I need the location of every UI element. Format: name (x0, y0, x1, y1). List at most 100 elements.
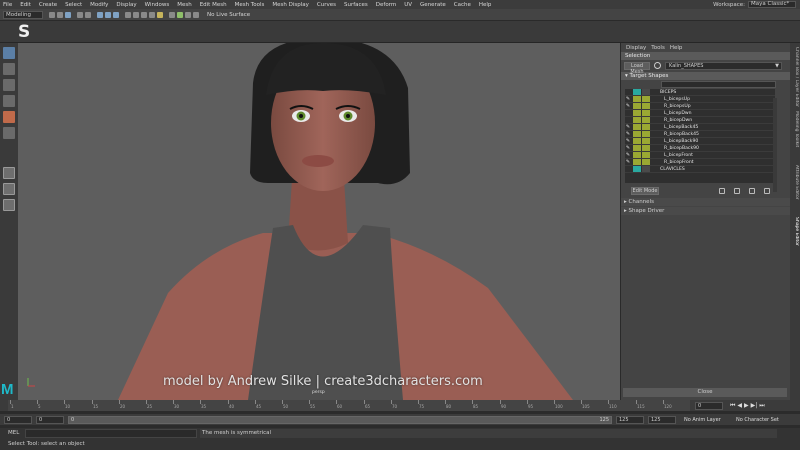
key-swatch[interactable] (642, 138, 650, 144)
select-object-icon[interactable] (105, 11, 111, 18)
time-slider[interactable]: 1 5 10 15 20 25 30 35 40 45 50 55 60 65 70 75 80 85 90 95 10… (0, 400, 800, 411)
workspace-selector[interactable]: Workspace: Maya Classic* (713, 1, 796, 8)
single-pane-layout-icon[interactable] (3, 167, 15, 179)
menu-cache[interactable]: Cache (454, 2, 471, 8)
visibility-swatch[interactable] (633, 124, 641, 130)
menu-create[interactable]: Create (39, 2, 57, 8)
key-swatch[interactable] (642, 117, 650, 123)
delete-icon[interactable] (764, 188, 770, 194)
start-time-field[interactable]: 0 (4, 416, 32, 424)
menu-display[interactable]: Display (116, 2, 136, 8)
channels-section[interactable]: ▸ Channels (621, 198, 790, 206)
step-forward-icon[interactable]: ▶| (751, 402, 758, 410)
end-time-field[interactable]: 125 (648, 416, 676, 424)
range-bar[interactable]: 0 125 (68, 416, 612, 424)
snap-surface-icon[interactable] (149, 11, 155, 18)
select-hierarchy-icon[interactable] (97, 11, 103, 18)
visibility-swatch[interactable] (633, 131, 641, 137)
visibility-swatch[interactable] (633, 96, 641, 102)
select-tool-icon[interactable] (3, 47, 15, 59)
menu-mesh-tools[interactable]: Mesh Tools (235, 2, 265, 8)
open-scene-icon[interactable] (57, 11, 63, 18)
visibility-swatch[interactable] (633, 110, 641, 116)
close-button[interactable]: Close (623, 388, 787, 397)
time-ticks[interactable]: 1 5 10 15 20 25 30 35 40 45 50 55 60 65 70 75 80 85 90 95 10… (8, 400, 690, 411)
visibility-swatch[interactable] (633, 117, 641, 123)
edit-pen-icon[interactable]: ✎ (625, 159, 631, 165)
lasso-tool-icon[interactable] (3, 63, 15, 75)
key-swatch[interactable] (642, 103, 650, 109)
shape-row[interactable]: R_bicepDwn (625, 117, 775, 124)
visibility-swatch[interactable] (633, 89, 641, 95)
target-shapes-header[interactable]: ▾ Target Shapes (621, 72, 790, 80)
key-swatch[interactable] (642, 166, 650, 172)
menu-mesh-display[interactable]: Mesh Display (272, 2, 309, 8)
command-input[interactable] (25, 429, 197, 438)
select-component-icon[interactable] (113, 11, 119, 18)
new-scene-icon[interactable] (49, 11, 55, 18)
playback-end-field[interactable]: 125 (616, 416, 644, 424)
shape-list-scrollbar[interactable] (773, 98, 777, 192)
menuset-dropdown[interactable]: Modeling (3, 10, 43, 19)
menu-generate[interactable]: Generate (420, 2, 446, 8)
mel-toggle[interactable]: MEL (8, 430, 19, 436)
shape-row[interactable]: BICEPS (625, 89, 775, 96)
menu-modify[interactable]: Modify (90, 2, 108, 8)
snap-live-icon[interactable] (157, 11, 163, 18)
undo-icon[interactable] (77, 11, 83, 18)
add-group-icon[interactable] (749, 188, 755, 194)
tab-shape-editor[interactable]: Shape Editor (791, 217, 799, 257)
playback-start-field[interactable]: 0 (36, 416, 64, 424)
menu-help[interactable]: Help (479, 2, 492, 8)
go-to-start-icon[interactable]: ⏮ (730, 402, 735, 410)
key-swatch[interactable] (642, 159, 650, 165)
workspace-dropdown[interactable]: Maya Classic* (748, 1, 796, 8)
menu-file[interactable]: File (3, 2, 12, 8)
edit-pen-icon[interactable]: ✎ (625, 103, 631, 109)
snap-grid-icon[interactable] (125, 11, 131, 18)
visibility-swatch[interactable] (633, 159, 641, 165)
key-swatch[interactable] (642, 131, 650, 137)
step-back-icon[interactable]: ◀ (737, 402, 742, 410)
persp-viewport[interactable]: model by Andrew Silke | create3dcharacte… (18, 43, 620, 400)
edit-pen-icon[interactable]: ✎ (625, 131, 631, 137)
menu-uv[interactable]: UV (404, 2, 412, 8)
shape-row[interactable]: ✎ R_bicepFront (625, 159, 775, 166)
character-set-dropdown[interactable]: No Character Set (736, 416, 779, 424)
scale-tool-icon[interactable] (3, 127, 15, 139)
move-tool-icon[interactable] (3, 95, 15, 107)
render-settings-icon[interactable] (193, 11, 199, 18)
shape-row[interactable]: CLAVICLES (625, 166, 775, 173)
ipr-icon[interactable] (185, 11, 191, 18)
visibility-swatch[interactable] (633, 152, 641, 158)
menu-edit-mesh[interactable]: Edit Mesh (200, 2, 227, 8)
key-swatch[interactable] (642, 89, 650, 95)
shape-row[interactable]: ✎ L_bicepBack45 (625, 124, 775, 131)
key-swatch[interactable] (642, 96, 650, 102)
shape-row[interactable]: ✎ L_bicepBack90 (625, 138, 775, 145)
visibility-swatch[interactable] (633, 166, 641, 172)
menu-edit[interactable]: Edit (20, 2, 31, 8)
edit-pen-icon[interactable]: ✎ (625, 138, 631, 144)
tab-channel-box[interactable]: Channel Box / Layer Editor (791, 47, 799, 107)
shape-row[interactable]: ✎ L_bicepsUp (625, 96, 775, 103)
rotate-tool-icon[interactable] (3, 111, 15, 123)
shape-driver-section[interactable]: ▸ Shape Driver (621, 207, 790, 215)
key-swatch[interactable] (642, 110, 650, 116)
key-swatch[interactable] (642, 124, 650, 130)
edit-mode-button[interactable]: Edit Mode (631, 187, 659, 195)
shape-row[interactable]: ✎ L_bicepFront (625, 152, 775, 159)
add-target-icon[interactable] (734, 188, 740, 194)
shape-search-input[interactable] (661, 81, 776, 88)
menu-select[interactable]: Select (65, 2, 82, 8)
play-icon[interactable]: ▶ (744, 402, 749, 410)
shape-row[interactable]: ✎ R_bicepBack90 (625, 145, 775, 152)
two-pane-layout-icon[interactable] (3, 199, 15, 211)
edit-pen-icon[interactable]: ✎ (625, 96, 631, 102)
save-scene-icon[interactable] (65, 11, 71, 18)
visibility-swatch[interactable] (633, 103, 641, 109)
menu-display[interactable]: Display (626, 45, 646, 51)
shield-icon[interactable] (719, 188, 725, 194)
refresh-icon[interactable] (654, 62, 661, 69)
menu-help[interactable]: Help (670, 45, 683, 51)
